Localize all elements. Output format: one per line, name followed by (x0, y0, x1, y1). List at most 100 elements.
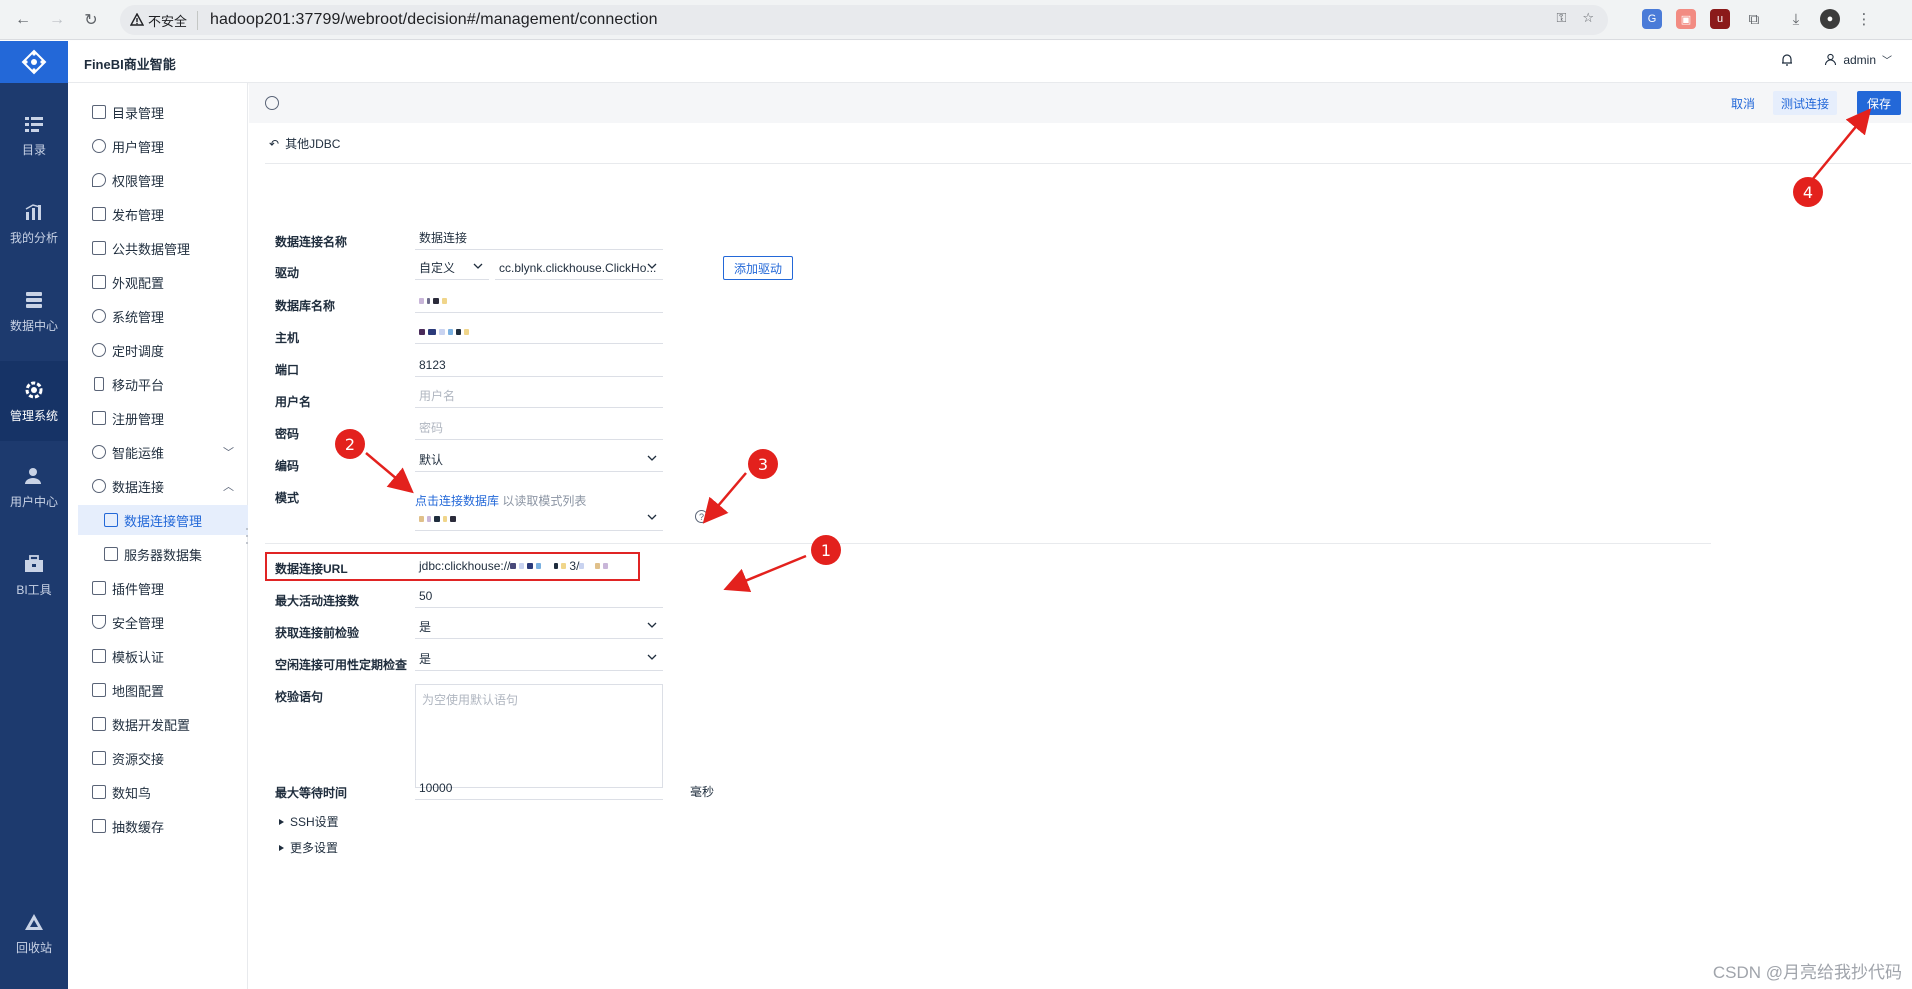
nav-directory[interactable]: 目录 (0, 97, 68, 173)
submenu-extract-cache[interactable]: 抽数缓存 (68, 811, 248, 841)
connect-database-link[interactable]: 点击连接数据库 (415, 494, 499, 508)
chevron-down-icon (473, 263, 483, 269)
test-connection-button[interactable]: 测试连接 (1773, 91, 1837, 115)
key-icon[interactable]: ⚿ (1556, 10, 1566, 26)
driver-type-select[interactable]: 自定义 (415, 256, 489, 280)
help-icon[interactable]: ? (695, 510, 708, 523)
submenu-scheduling[interactable]: 定时调度 (68, 335, 248, 365)
submenu-data-connection[interactable]: 数据连接 ︿ (68, 471, 248, 501)
nav-label: 用户中心 (9, 494, 58, 509)
user-menu[interactable]: admin ﹀ (1824, 52, 1892, 67)
ops-icon (92, 445, 106, 459)
submenu-user-management[interactable]: 用户管理 (68, 131, 248, 161)
label-max-wait: 最大等待时间 (275, 786, 348, 800)
label-validation-query: 校验语句 (275, 690, 324, 704)
host-input[interactable] (415, 320, 663, 344)
ssh-settings-toggle[interactable]: SSH设置 (279, 813, 339, 830)
chevron-down-icon (647, 622, 657, 628)
max-active-input[interactable]: 50 (415, 584, 663, 608)
password-input[interactable]: 密码 (415, 416, 663, 440)
submenu-intelligent-ops[interactable]: 智能运维 ﹀ (68, 437, 248, 467)
label-password: 密码 (275, 427, 300, 441)
translate-extension-icon[interactable]: G (1642, 9, 1662, 29)
brush-icon (92, 275, 106, 289)
nav-label: 回收站 (15, 940, 52, 955)
finebi-logo-icon[interactable] (0, 41, 68, 83)
gear-icon (92, 309, 106, 323)
nav-user-center[interactable]: 用户中心 (0, 449, 68, 525)
security-indicator[interactable]: 不安全 (130, 10, 199, 30)
encoding-select[interactable]: 默认 (415, 448, 663, 472)
forward-icon[interactable]: → (46, 9, 68, 31)
submenu-shuzhiniao[interactable]: 数知鸟 (68, 777, 248, 807)
extensions-icon[interactable]: ⧉ (1744, 9, 1764, 29)
submenu-registration[interactable]: 注册管理 (68, 403, 248, 433)
ublock-extension-icon[interactable]: u (1710, 9, 1730, 29)
add-driver-button[interactable]: 添加驱动 (723, 256, 793, 280)
submenu-map-config[interactable]: 地图配置 (68, 675, 248, 705)
primary-sidebar: 目录 我的分析 数据中心 管理系统 用户中心 BI工具 回收站 (0, 83, 68, 989)
submenu-server-dataset[interactable]: 服务器数据集 (68, 539, 248, 569)
submenu-security-management[interactable]: 安全管理 (68, 607, 248, 637)
chevron-down-icon (647, 263, 657, 269)
submenu-public-data-management[interactable]: 公共数据管理 (68, 233, 248, 263)
breadcrumb[interactable]: ↶ 其他JDBC (269, 135, 340, 152)
submenu-data-dev-config[interactable]: 数据开发配置 (68, 709, 248, 739)
idle-check-select[interactable]: 是 (415, 647, 663, 671)
nav-recycle-bin[interactable]: 回收站 (0, 895, 68, 971)
submenu-mobile-platform[interactable]: 移动平台 (68, 369, 248, 399)
port-input[interactable]: 8123 (415, 353, 663, 377)
connection-name-input[interactable]: 数据连接 (415, 226, 663, 250)
divider (265, 163, 1911, 164)
max-wait-input[interactable]: 10000 (415, 776, 663, 800)
gear-icon[interactable] (265, 96, 279, 110)
nav-data-center[interactable]: 数据中心 (0, 273, 68, 349)
nav-management[interactable]: 管理系统 (0, 361, 68, 441)
analysis-icon (23, 201, 45, 223)
app-header: FineBI商业智能 admin ﹀ (0, 41, 1912, 83)
cancel-button[interactable]: 取消 (1723, 91, 1763, 115)
submenu-publish-management[interactable]: 发布管理 (68, 199, 248, 229)
submenu-directory-management[interactable]: 目录管理 (68, 97, 248, 127)
label-username: 用户名 (275, 395, 312, 409)
submenu-appearance[interactable]: 外观配置 (68, 267, 248, 297)
submenu-template-auth[interactable]: 模板认证 (68, 641, 248, 671)
store-extension-icon[interactable]: ▣ (1676, 9, 1696, 29)
more-settings-toggle[interactable]: 更多设置 (279, 839, 338, 856)
submenu-plugin-management[interactable]: 插件管理 (68, 573, 248, 603)
app-title: FineBI商业智能 (84, 57, 176, 72)
warning-icon (130, 13, 144, 26)
nav-bi-tools[interactable]: BI工具 (0, 537, 68, 613)
profile-avatar[interactable]: ● (1820, 9, 1840, 29)
bell-icon[interactable] (1780, 53, 1794, 67)
menu-icon[interactable]: ⋮ (1854, 9, 1874, 29)
schema-select[interactable] (415, 507, 663, 531)
submenu-system-management[interactable]: 系统管理 (68, 301, 248, 331)
label-database-name: 数据库名称 (275, 299, 336, 313)
back-icon[interactable]: ← (12, 9, 34, 31)
database-name-input[interactable] (415, 289, 663, 313)
driver-class-select[interactable]: cc.blynk.clickhouse.ClickHo... (495, 256, 663, 280)
submenu-permission-management[interactable]: 权限管理 (68, 165, 248, 195)
caret-right-icon (279, 818, 284, 825)
check-before-select[interactable]: 是 (415, 615, 663, 639)
back-arrow-icon[interactable]: ↶ (269, 137, 279, 151)
address-bar[interactable]: 不安全 hadoop201:37799/webroot/decision#/ma… (120, 5, 1608, 35)
caret-right-icon (279, 844, 284, 851)
submenu-resource-handover[interactable]: 资源交接 (68, 743, 248, 773)
nav-my-analysis[interactable]: 我的分析 (0, 185, 68, 261)
breadcrumb-label: 其他JDBC (285, 137, 341, 151)
username-input[interactable]: 用户名 (415, 384, 663, 408)
submenu-data-connection-management[interactable]: 数据连接管理 (78, 505, 248, 535)
validation-query-textarea[interactable]: 为空使用默认语句 (415, 684, 663, 788)
manage-icon (23, 379, 45, 401)
star-icon[interactable]: ☆ (1582, 10, 1594, 26)
chevron-down-icon: ﹀ (1882, 56, 1892, 67)
download-icon[interactable]: ⤓ (1786, 9, 1806, 29)
save-button[interactable]: 保存 (1857, 91, 1901, 115)
connection-url-input[interactable]: jdbc:clickhouse:// 3/ (415, 554, 631, 578)
reload-icon[interactable]: ↻ (80, 9, 102, 31)
schema-hint-text: 以读取模式列表 (502, 494, 587, 508)
label-port: 端口 (275, 363, 300, 377)
server-icon (104, 547, 118, 561)
